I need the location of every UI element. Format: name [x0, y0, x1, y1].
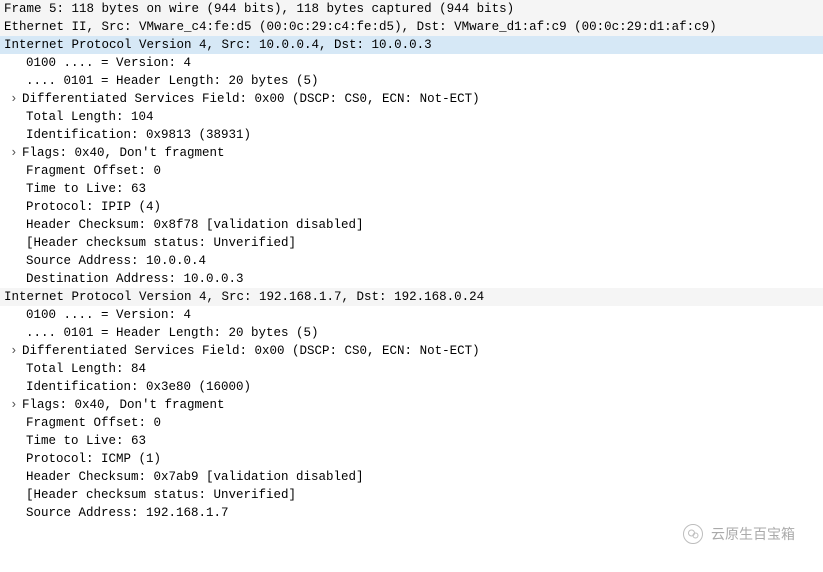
watermark: 云原生百宝箱 [683, 524, 795, 544]
ipv4-inner-flags[interactable]: ›Flags: 0x40, Don't fragment [0, 396, 823, 414]
ipv4-inner-dsf-label: Differentiated Services Field: 0x00 (DSC… [22, 344, 480, 358]
ipv4-outer-flags-label: Flags: 0x40, Don't fragment [22, 146, 225, 160]
ipv4-inner-identification[interactable]: Identification: 0x3e80 (16000) [0, 378, 823, 396]
ipv4-outer-dsf-label: Differentiated Services Field: 0x00 (DSC… [22, 92, 480, 106]
ipv4-inner-header-length[interactable]: .... 0101 = Header Length: 20 bytes (5) [0, 324, 823, 342]
ipv4-outer-header[interactable]: Internet Protocol Version 4, Src: 10.0.0… [0, 36, 823, 54]
ipv4-outer-protocol[interactable]: Protocol: IPIP (4) [0, 198, 823, 216]
expander-icon[interactable]: › [10, 90, 22, 108]
ipv4-inner-fragment-offset[interactable]: Fragment Offset: 0 [0, 414, 823, 432]
ipv4-outer-flags[interactable]: ›Flags: 0x40, Don't fragment [0, 144, 823, 162]
ipv4-outer-ttl[interactable]: Time to Live: 63 [0, 180, 823, 198]
ipv4-outer-dsf[interactable]: ›Differentiated Services Field: 0x00 (DS… [0, 90, 823, 108]
expander-icon[interactable]: › [10, 396, 22, 414]
ipv4-outer-header-length[interactable]: .... 0101 = Header Length: 20 bytes (5) [0, 72, 823, 90]
ipv4-inner-checksum[interactable]: Header Checksum: 0x7ab9 [validation disa… [0, 468, 823, 486]
ipv4-inner-protocol[interactable]: Protocol: ICMP (1) [0, 450, 823, 468]
ipv4-outer-src-addr[interactable]: Source Address: 10.0.0.4 [0, 252, 823, 270]
ipv4-outer-total-length[interactable]: Total Length: 104 [0, 108, 823, 126]
ipv4-inner-ttl[interactable]: Time to Live: 63 [0, 432, 823, 450]
ipv4-inner-dsf[interactable]: ›Differentiated Services Field: 0x00 (DS… [0, 342, 823, 360]
ipv4-inner-flags-label: Flags: 0x40, Don't fragment [22, 398, 225, 412]
ipv4-inner-src-addr[interactable]: Source Address: 192.168.1.7 [0, 504, 823, 522]
wechat-icon [683, 524, 703, 544]
ipv4-inner-version[interactable]: 0100 .... = Version: 4 [0, 306, 823, 324]
ipv4-outer-fragment-offset[interactable]: Fragment Offset: 0 [0, 162, 823, 180]
ethernet-summary[interactable]: Ethernet II, Src: VMware_c4:fe:d5 (00:0c… [0, 18, 823, 36]
ipv4-inner-header[interactable]: Internet Protocol Version 4, Src: 192.16… [0, 288, 823, 306]
ipv4-outer-checksum-status[interactable]: [Header checksum status: Unverified] [0, 234, 823, 252]
watermark-text: 云原生百宝箱 [711, 525, 795, 543]
expander-icon[interactable]: › [10, 144, 22, 162]
ipv4-inner-total-length[interactable]: Total Length: 84 [0, 360, 823, 378]
ipv4-outer-version[interactable]: 0100 .... = Version: 4 [0, 54, 823, 72]
expander-icon[interactable]: › [10, 342, 22, 360]
ipv4-inner-checksum-status[interactable]: [Header checksum status: Unverified] [0, 486, 823, 504]
frame-summary[interactable]: Frame 5: 118 bytes on wire (944 bits), 1… [0, 0, 823, 18]
ipv4-outer-dst-addr[interactable]: Destination Address: 10.0.0.3 [0, 270, 823, 288]
ipv4-outer-identification[interactable]: Identification: 0x9813 (38931) [0, 126, 823, 144]
ipv4-outer-checksum[interactable]: Header Checksum: 0x8f78 [validation disa… [0, 216, 823, 234]
